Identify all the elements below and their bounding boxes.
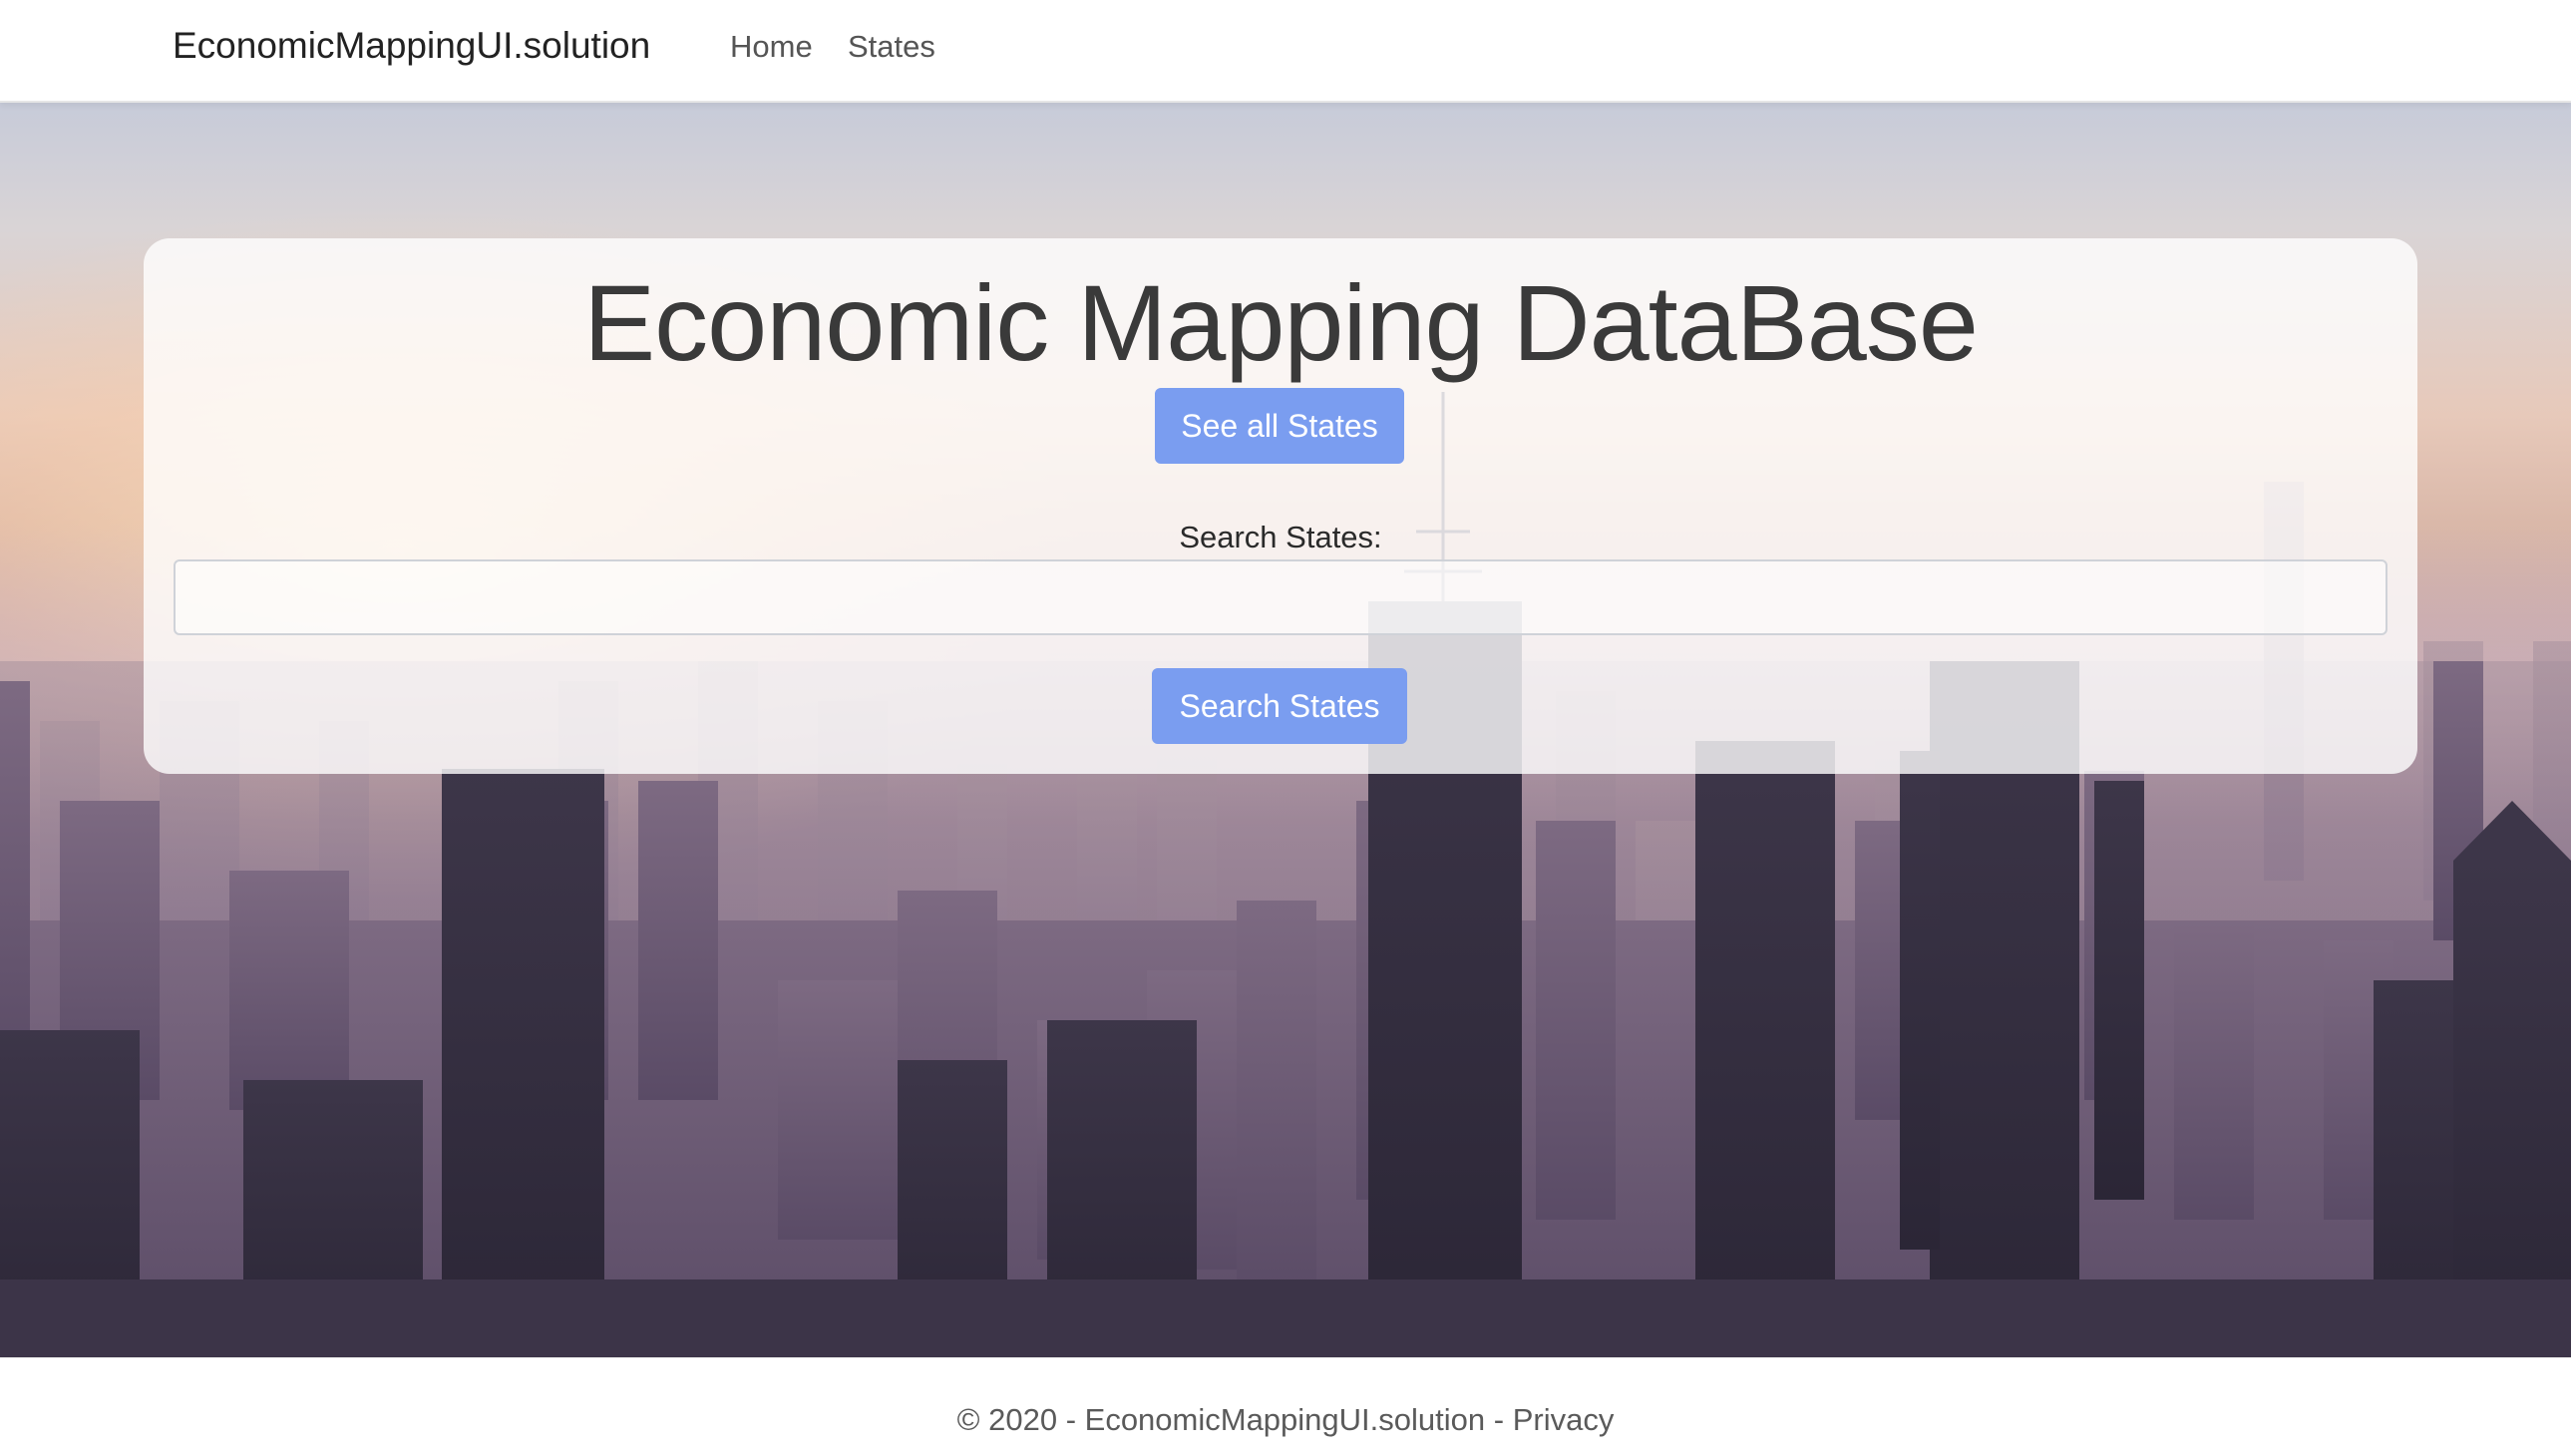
- hero-section: Economic Mapping DataBase See all States…: [0, 103, 2571, 1357]
- search-card: Economic Mapping DataBase See all States…: [144, 238, 2417, 774]
- see-all-states-button[interactable]: See all States: [1155, 388, 1404, 464]
- search-states-button[interactable]: Search States: [1152, 668, 1407, 744]
- brand-link[interactable]: EconomicMappingUI.solution: [173, 22, 650, 70]
- footer: © 2020 - EconomicMappingUI.solution - Pr…: [0, 1357, 2571, 1456]
- nav-link-states[interactable]: States: [848, 26, 935, 68]
- privacy-link[interactable]: Privacy: [1513, 1402, 1615, 1437]
- footer-copyright: © 2020 - EconomicMappingUI.solution -: [956, 1402, 1513, 1437]
- footer-text: © 2020 - EconomicMappingUI.solution - Pr…: [0, 1400, 2571, 1440]
- search-states-input[interactable]: [174, 559, 2387, 635]
- top-navbar: EconomicMappingUI.solution Home States: [0, 0, 2571, 103]
- page-title: Economic Mapping DataBase: [583, 262, 1979, 383]
- nav-link-home[interactable]: Home: [730, 26, 813, 68]
- search-states-label: Search States:: [1179, 520, 1382, 554]
